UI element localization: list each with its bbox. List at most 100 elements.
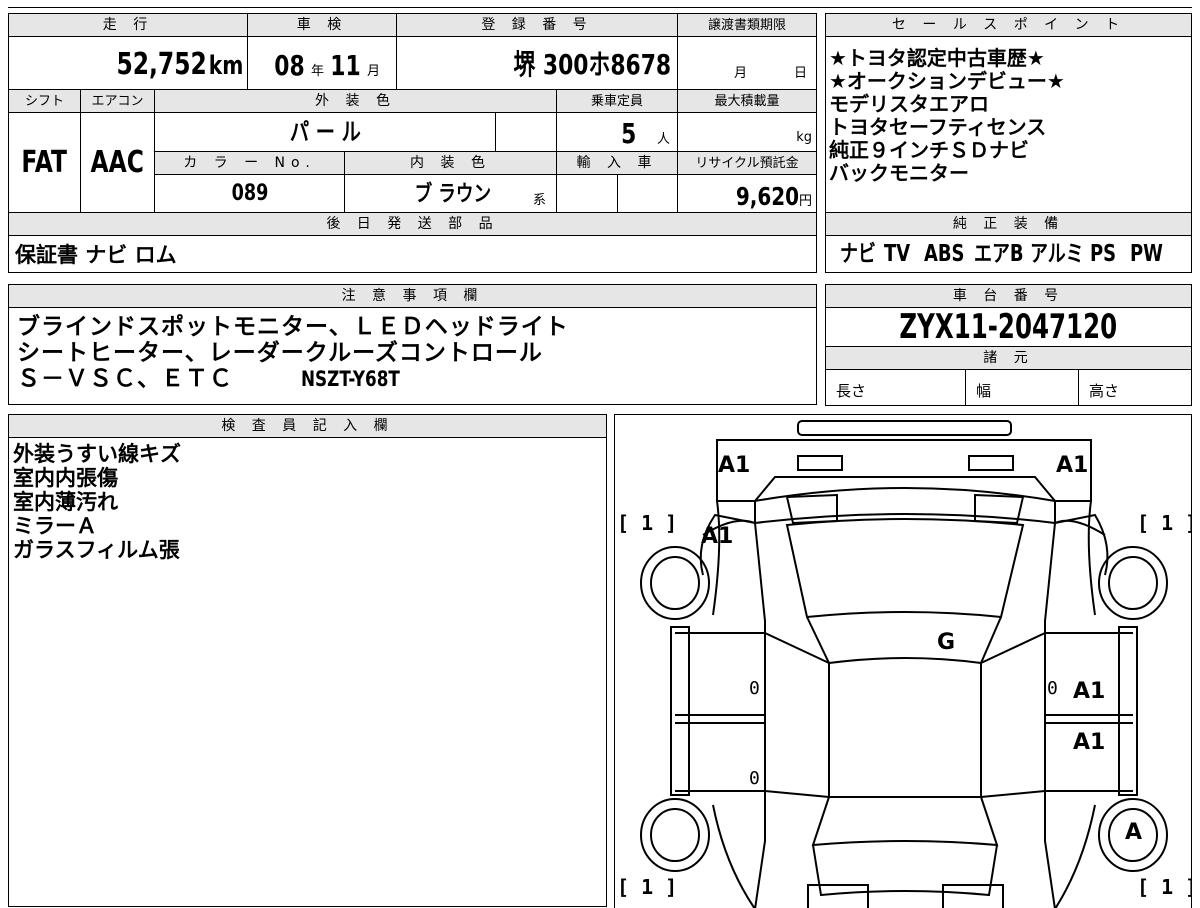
registration-value: 堺 300ホ8678	[513, 48, 671, 81]
tire-mark-rear-right: [ 1 ]	[1137, 875, 1192, 899]
notes-header: 注 意 事 項 欄	[8, 284, 817, 308]
inspection-header: 車 検	[247, 13, 397, 37]
mark-left-fender: A1	[701, 524, 734, 549]
interior-suffix: 系	[533, 193, 547, 208]
chassis-header: 車 台 番 号	[825, 284, 1192, 308]
spec-length-cell: 長さ	[825, 369, 966, 406]
note-line: シートヒーター、レーダークルーズコントロール	[17, 340, 543, 366]
mileage-unit: km	[208, 51, 243, 81]
inspection-year: 08	[274, 49, 305, 82]
equipment-cell: ナビ TV ABS エアB アルミ PS PW	[825, 235, 1192, 273]
left-side-rail	[670, 626, 690, 796]
exterior-header: 外 装 色	[154, 89, 557, 113]
equipment-item: PS	[1090, 241, 1117, 267]
trunk-lid	[812, 844, 998, 897]
import-cell-b	[617, 174, 678, 213]
mark-left-front-door-zero: 0	[749, 678, 760, 699]
shift-cell: FAT	[8, 112, 81, 213]
transfer-month-unit: 月	[734, 66, 748, 81]
tire-mark-front-left: [ 1 ]	[617, 511, 678, 535]
spec-width-label: 幅	[976, 382, 992, 400]
maxload-header: 最大積載量	[677, 89, 817, 113]
inspection-year-unit: 年	[310, 64, 324, 79]
note-line: Ｓ－ＶＳＣ、ＥＴＣ	[17, 366, 233, 392]
ac-header: エアコン	[80, 89, 155, 113]
inspector-line: 室内内張傷	[13, 466, 118, 490]
front-bumper-bar	[797, 420, 1012, 436]
maxload-unit: kg	[796, 130, 812, 145]
top-strip	[8, 0, 1192, 8]
sales-point-line: バックモニター	[829, 161, 969, 185]
left-taillight	[807, 884, 869, 908]
navi-model-code: NSZT-Y68T	[301, 367, 400, 391]
exterior-value-cell: パ ー ル	[154, 112, 496, 152]
interior-cell: ブ ラウン 系	[344, 174, 557, 213]
sales-point-line: トヨタセーフティセンス	[829, 115, 1047, 139]
spec-width-cell: 幅	[965, 369, 1079, 406]
later-parts-header: 後 日 発 送 部 品	[8, 212, 817, 236]
equipment-item: PW	[1130, 241, 1163, 267]
mark-left-rear-door-zero: 0	[749, 768, 760, 789]
transfer-deadline-header: 譲渡書類期限	[677, 13, 817, 37]
capacity-unit: 人	[657, 132, 671, 147]
mileage-cell: 52,752 km	[8, 36, 248, 90]
rear-window	[811, 796, 999, 847]
later-parts-value: 保証書 ナビ ロム	[15, 243, 177, 267]
recycle-header: リサイクル預託金	[677, 151, 817, 175]
inspection-month-unit: 月	[366, 64, 380, 79]
sales-points-body: ★トヨタ認定中古車歴★ ★オークションデビュー★ モデリスタエアロ トヨタセーフ…	[825, 36, 1192, 213]
shift-header: シフト	[8, 89, 81, 113]
sales-point-line: 純正９インチＳＤナビ	[829, 138, 1029, 162]
registration-header: 登 録 番 号	[396, 13, 678, 37]
import-cell-a	[556, 174, 618, 213]
sales-points-header: セ ー ル ス ポ イ ン ト	[825, 13, 1192, 37]
car-diagram-panel: A1 A1 A1 G A1 A1 A 0 0 0 [ 1 ] [ 1 ] [ 1…	[614, 414, 1192, 908]
mileage-header: 走 行	[8, 13, 248, 37]
mark-front-left: A1	[718, 453, 751, 478]
hood-edge	[754, 487, 1056, 525]
tire-mark-rear-left: [ 1 ]	[617, 875, 678, 899]
color-no-value: 089	[231, 180, 268, 206]
right-side-rail	[1118, 626, 1138, 796]
registration-cell: 堺 300ホ8678	[396, 36, 678, 90]
interior-header: 内 装 色	[344, 151, 557, 175]
equipment-header: 純 正 装 備	[825, 212, 1192, 236]
sales-point-line: ★オークションデビュー★	[829, 69, 1065, 93]
sales-point-line: モデリスタエアロ	[829, 92, 989, 116]
color-no-cell: 089	[154, 174, 345, 213]
recycle-cell: 9,620 円	[677, 174, 817, 213]
car-diagram	[640, 420, 1168, 908]
right-taillight	[942, 884, 1004, 908]
note-line: ブラインドスポットモニター、ＬＥＤヘッドライト	[17, 314, 569, 340]
recycle-unit: 円	[798, 194, 812, 209]
tire-mark-front-right: [ 1 ]	[1137, 511, 1192, 535]
roof	[828, 663, 982, 798]
transfer-day-unit: 日	[794, 66, 808, 81]
mark-right-rear-wheel: A	[1125, 820, 1143, 845]
mark-right-front-door-zero: 0	[1047, 678, 1058, 699]
windshield	[785, 518, 1025, 619]
spec-height-cell: 高さ	[1078, 369, 1192, 406]
exterior-value: パ ー ル	[289, 118, 361, 146]
equipment-item: アルミ	[1030, 241, 1084, 267]
inspector-line: 外装うすい線キズ	[13, 442, 181, 466]
inspector-header: 検 査 員 記 入 欄	[8, 414, 607, 438]
interior-value: ブ ラウン	[414, 182, 492, 207]
inspection-month: 11	[330, 49, 361, 82]
ac-cell: AAC	[80, 112, 155, 213]
front-body-outline	[716, 439, 1092, 502]
specs-header: 諸 元	[825, 346, 1192, 370]
equipment-item: TV	[884, 241, 911, 267]
equipment-item: ナビ	[840, 241, 876, 267]
color-no-header: カ ラ ー No.	[154, 151, 345, 175]
inspection-cell: 08 年 11 月	[247, 36, 397, 90]
transfer-deadline-cell: 月 日	[677, 36, 817, 90]
capacity-value: 5	[621, 117, 637, 150]
inspector-line: ガラスフィルム張	[13, 538, 180, 562]
equipment-item: ABS	[924, 241, 965, 267]
inspector-line: ミラーＡ	[13, 514, 97, 538]
sales-point-line: ★トヨタ認定中古車歴★	[829, 46, 1045, 70]
left-headlight-slot	[797, 455, 843, 471]
spec-length-label: 長さ	[836, 382, 867, 400]
cowl	[806, 616, 1002, 665]
